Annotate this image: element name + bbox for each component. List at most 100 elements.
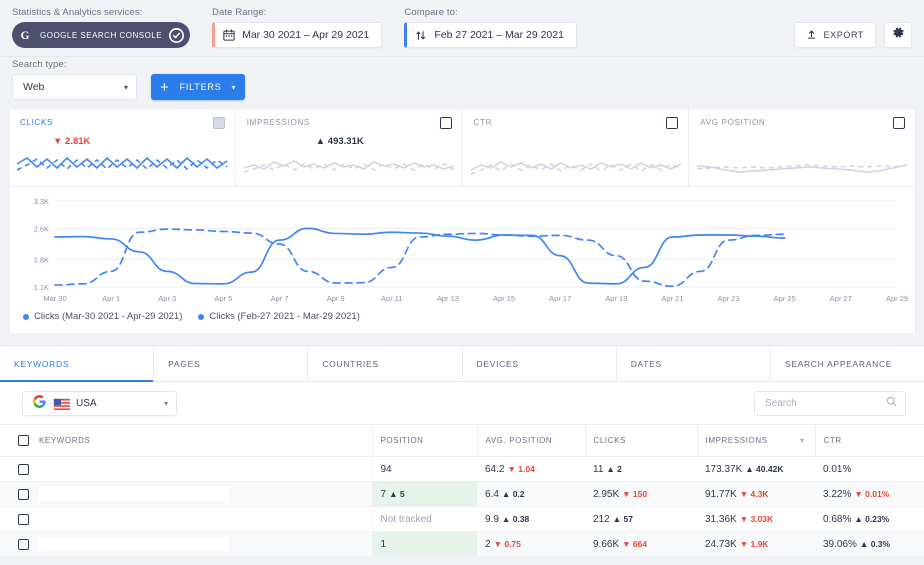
legend-dot-icon — [23, 313, 29, 320]
cell-keyword[interactable] — [0, 456, 372, 482]
cell-position: 1 — [371, 531, 477, 557]
cell-clicks: 212 ▲ 57 — [585, 506, 697, 532]
th-impressions[interactable]: IMPRESSIONS ▾ — [697, 424, 816, 457]
metric-card-clicks[interactable]: CLICKS ▼ 2.81K — [9, 109, 236, 186]
metric-card-ctr[interactable]: CTR — [463, 109, 690, 186]
cell-keyword[interactable] — [0, 531, 372, 557]
impressions-change: ▼ 4.3K — [739, 488, 769, 499]
search-type-row: Search type: Web ▾ + FILTERS ▾ — [0, 56, 924, 108]
chart-legend: Clicks (Mar-30 2021 - Apr-29 2021) Click… — [9, 305, 915, 328]
table-search-box[interactable] — [754, 390, 906, 416]
metric-card-checkbox[interactable] — [666, 117, 679, 129]
date-range-picker[interactable]: Mar 30 2021 – Apr 29 2021 — [212, 22, 383, 48]
metric-card-checkbox[interactable] — [893, 117, 905, 129]
cell-keyword[interactable] — [0, 506, 372, 532]
service-label: Statistics & Analytics services: — [12, 7, 143, 18]
cell-clicks: 11 ▲ 2 — [585, 456, 697, 482]
impressions-change: ▼ 3.03K — [739, 513, 774, 524]
ctr-value: 3.22% — [823, 488, 852, 500]
tab-countries[interactable]: COUNTRIES — [308, 346, 463, 381]
export-button[interactable]: EXPORT — [793, 22, 876, 48]
cell-avg-position: 2 ▼ 0.75 — [477, 531, 585, 557]
cell-ctr: 39.06% ▲ 0.3% — [815, 531, 924, 557]
avg-position-change: ▼ 1.04 — [507, 463, 535, 474]
cell-avg-position: 9.9 ▲ 0.38 — [477, 506, 585, 532]
metric-card-title: CTR — [473, 118, 493, 127]
cell-ctr: 3.22% ▼ 0.01% — [815, 481, 924, 507]
date-range-group: Date Range: Mar 30 2021 – Apr 29 2021 — [212, 7, 383, 48]
compare-arrows-icon — [415, 29, 427, 42]
tab-label: COUNTRIES — [322, 358, 379, 369]
svg-text:Apr 3: Apr 3 — [158, 294, 176, 303]
table-row[interactable]: 1 2 ▼ 0.75 9.66K ▼ 664 24.73K ▼ 1.9K 39.06%… — [0, 531, 924, 557]
cell-impressions: 31.36K ▼ 3.03K — [697, 506, 815, 532]
table-row[interactable]: 7 ▲ 5 6.4 ▲ 0.2 2.95K ▼ 150 91.77K ▼ 4.3K 3.… — [0, 481, 924, 507]
filters-button[interactable]: + FILTERS ▾ — [151, 74, 246, 100]
th-clicks[interactable]: CLICKS — [585, 424, 698, 457]
th-keywords[interactable]: KEYWORDS — [0, 424, 373, 457]
position-value: 94 — [380, 463, 392, 475]
table-header: KEYWORDS POSITION AVG. POSITION CLICKS I… — [0, 424, 924, 457]
tab-dates[interactable]: DATES — [616, 346, 771, 381]
clicks-chart[interactable]: 1.1K 1.8K 2.6K 3.3K Mar 30 Apr 1 Apr 3 Apr 5 Apr… — [9, 195, 915, 305]
table-body: 94 64.2 ▼ 1.04 11 ▲ 2 173.37K ▲ 40.42K 0.01… — [0, 456, 924, 557]
clicks-value: 9.66K — [593, 538, 620, 550]
connected-check-icon — [169, 27, 185, 43]
tab-pages[interactable]: PAGES — [154, 346, 309, 381]
row-checkbox[interactable] — [18, 513, 29, 525]
row-checkbox[interactable] — [18, 538, 29, 550]
select-all-checkbox[interactable] — [18, 435, 29, 446]
svg-text:Apr 5: Apr 5 — [214, 294, 232, 303]
ctr-change: ▲ 0.3% — [859, 538, 891, 549]
tab-keywords[interactable]: KEYWORDS — [0, 346, 155, 382]
svg-text:G: G — [21, 30, 30, 42]
cell-avg-position: 6.4 ▲ 0.2 — [477, 481, 585, 507]
th-label: CTR — [823, 436, 842, 445]
cell-impressions: 173.37K ▲ 40.42K — [697, 456, 815, 482]
svg-text:Apr 11: Apr 11 — [381, 294, 403, 303]
metric-card-checkbox[interactable] — [439, 117, 452, 129]
clicks-change: ▲ 57 — [612, 513, 633, 524]
metric-card-avg-position[interactable]: AVG POSITION — [689, 109, 915, 186]
tab-devices[interactable]: DEVICES — [462, 346, 617, 381]
th-ctr[interactable]: CTR — [815, 424, 924, 457]
cell-keyword[interactable] — [0, 481, 372, 507]
cell-clicks: 9.66K ▼ 664 — [585, 531, 697, 557]
legend-item-current[interactable]: Clicks (Mar-30 2021 - Apr-29 2021) — [23, 311, 182, 322]
country-select[interactable]: USA ▾ — [22, 390, 177, 416]
cell-position: Not tracked — [371, 506, 477, 532]
table-header-row: KEYWORDS POSITION AVG. POSITION CLICKS I… — [0, 424, 924, 457]
ctr-change: ▼ 0.01% — [854, 488, 890, 499]
date-range-label: Date Range: — [212, 7, 267, 18]
metric-card-impressions[interactable]: IMPRESSIONS ▲ 493.31K — [236, 109, 463, 186]
svg-text:Apr 13: Apr 13 — [437, 294, 459, 303]
clicks-value: 2.95K — [593, 488, 620, 500]
cell-impressions: 91.77K ▼ 4.3K — [697, 481, 815, 507]
position-value: 1 — [380, 538, 387, 550]
legend-label: Clicks (Mar-30 2021 - Apr-29 2021) — [34, 311, 183, 322]
th-avg-position[interactable]: AVG. POSITION — [477, 424, 586, 457]
svg-text:Apr 29: Apr 29 — [886, 294, 908, 303]
impressions-change: ▲ 40.42K — [745, 463, 784, 474]
metric-card-checkbox[interactable] — [212, 117, 225, 129]
row-checkbox[interactable] — [18, 463, 29, 475]
svg-text:Apr 25: Apr 25 — [774, 294, 796, 303]
search-input[interactable] — [765, 397, 875, 409]
th-position[interactable]: POSITION — [372, 424, 478, 457]
svg-text:Apr 23: Apr 23 — [718, 294, 740, 303]
settings-button[interactable] — [884, 22, 912, 48]
row-checkbox[interactable] — [18, 488, 29, 500]
compare-range-picker[interactable]: Feb 27 2021 – Mar 29 2021 — [404, 22, 577, 48]
legend-item-compare[interactable]: Clicks (Feb-27 2021 - Mar-29 2021) — [198, 311, 360, 322]
table-row[interactable]: 94 64.2 ▼ 1.04 11 ▲ 2 173.37K ▲ 40.42K 0.01… — [0, 456, 924, 482]
th-label: CLICKS — [593, 436, 626, 445]
google-g-icon — [33, 395, 46, 411]
avg-position-change: ▼ 0.75 — [493, 538, 521, 549]
google-search-console-button[interactable]: G GOOGLE SEARCH CONSOLE — [12, 22, 191, 48]
table-row[interactable]: Not tracked 9.9 ▲ 0.38 212 ▲ 57 31.36K ▼ 3.… — [0, 506, 924, 532]
cell-avg-position: 64.2 ▼ 1.04 — [477, 456, 585, 482]
svg-text:Apr 27: Apr 27 — [830, 294, 852, 303]
tab-search-appearance[interactable]: SEARCH APPEARANCE — [770, 346, 924, 381]
avg-position-value: 64.2 — [485, 463, 505, 475]
search-type-select[interactable]: Web ▾ — [12, 74, 137, 100]
